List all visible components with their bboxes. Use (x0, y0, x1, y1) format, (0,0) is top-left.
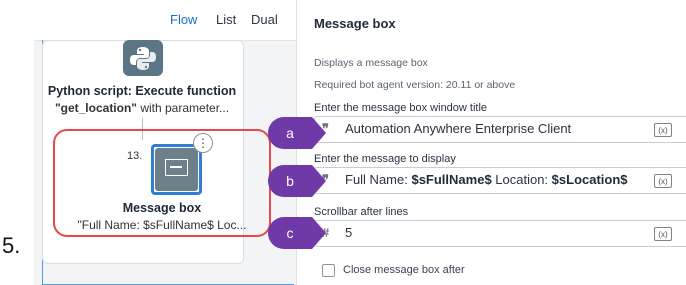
message-box-subtitle: "Full Name: $sFullName$ Loc... (77, 218, 247, 232)
message-window-glyph-line (170, 166, 182, 168)
insert-variable-button[interactable]: (x) (654, 174, 672, 188)
message-box-title[interactable]: Message box (53, 201, 271, 215)
step-number: 5. (2, 233, 21, 258)
message-value[interactable]: Full Name: $sFullName$ Location: $sLocat… (345, 172, 628, 187)
scrollbar-value[interactable]: 5 (345, 225, 352, 240)
insert-variable-button[interactable]: (x) (654, 227, 672, 241)
close-after-label: Close message box after (343, 264, 465, 276)
line-number: 13. (127, 150, 143, 162)
python-action-subtitle: "get_location" with parameter... (54, 101, 230, 115)
tab-dual[interactable]: Dual (251, 12, 278, 27)
panel-title: Message box (314, 16, 396, 31)
scrollbar-input[interactable] (314, 220, 686, 247)
scrollbar-label: Scrollbar after lines (314, 206, 409, 218)
more-options-icon[interactable]: ⋮ (193, 133, 213, 153)
callout-a: a (268, 117, 326, 149)
panel-requirement: Required bot agent version: 20.11 or abo… (314, 79, 516, 91)
window-title-value[interactable]: Automation Anywhere Enterprise Client (345, 121, 571, 136)
panel-description: Displays a message box (314, 57, 428, 69)
tab-flow[interactable]: Flow (170, 12, 197, 27)
flow-panel: Flow List Dual Python script: Execute fu… (34, 0, 297, 285)
python-action-title[interactable]: Python script: Execute function (42, 84, 242, 98)
tab-list[interactable]: List (216, 12, 236, 27)
python-action-icon[interactable] (123, 40, 163, 76)
close-after-checkbox[interactable] (322, 264, 335, 277)
message-label: Enter the message to display (314, 153, 456, 165)
callout-c: c (268, 217, 326, 249)
view-tabs: Flow List Dual (34, 0, 296, 41)
callout-b: b (268, 165, 326, 197)
insert-variable-button[interactable]: (x) (654, 123, 672, 137)
window-title-label: Enter the message box window title (314, 102, 488, 114)
